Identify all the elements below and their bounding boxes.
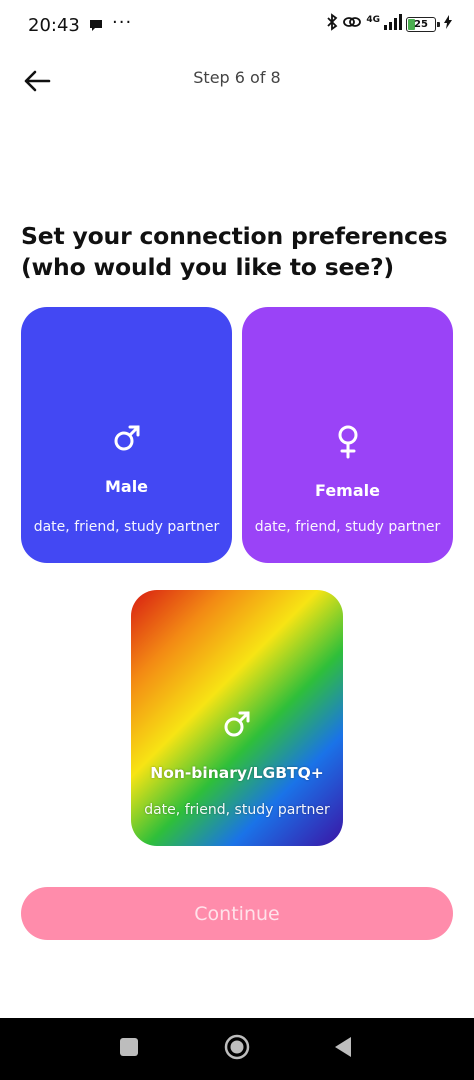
status-time: 20:43	[28, 15, 80, 36]
battery-level: 25	[414, 19, 428, 30]
system-nav-bar	[0, 1018, 474, 1080]
option-subtext: date, friend, study partner	[33, 519, 220, 535]
overflow-dots: ···	[112, 12, 133, 33]
option-card-male[interactable]: Male date, friend, study partner	[21, 307, 232, 563]
recents-square-icon	[119, 1037, 139, 1062]
status-bar: 20:43 ··· 4G 25	[0, 0, 474, 50]
option-label: Non-binary/LGBTQ+	[150, 764, 324, 782]
nav-back-button[interactable]	[318, 1018, 368, 1080]
option-label: Male	[104, 477, 149, 496]
network-type: 4G	[366, 15, 380, 25]
option-card-nonbinary[interactable]: Non-binary/LGBTQ+ date, friend, study pa…	[131, 590, 343, 846]
male-symbol-icon	[131, 710, 343, 738]
female-symbol-icon	[242, 425, 453, 459]
continue-button[interactable]: Continue	[21, 887, 453, 940]
bluetooth-icon	[326, 13, 338, 36]
option-card-female[interactable]: Female date, friend, study partner	[242, 307, 453, 563]
home-button[interactable]	[212, 1018, 262, 1080]
home-circle-icon	[224, 1034, 250, 1065]
option-label: Female	[315, 481, 380, 500]
page-title: Set your connection preferences (who wou…	[21, 222, 448, 281]
charging-icon	[444, 15, 452, 34]
recents-button[interactable]	[104, 1018, 154, 1080]
link-icon	[342, 14, 362, 35]
option-subtext: date, friend, study partner	[144, 802, 330, 818]
male-symbol-icon	[21, 424, 232, 452]
status-right-group: 4G 25	[326, 13, 452, 36]
option-subtext: date, friend, study partner	[254, 519, 441, 535]
battery-icon: 25	[406, 17, 440, 32]
message-icon	[88, 17, 104, 38]
signal-icon	[384, 14, 402, 35]
back-triangle-icon	[333, 1036, 353, 1063]
step-indicator: Step 6 of 8	[193, 68, 281, 87]
